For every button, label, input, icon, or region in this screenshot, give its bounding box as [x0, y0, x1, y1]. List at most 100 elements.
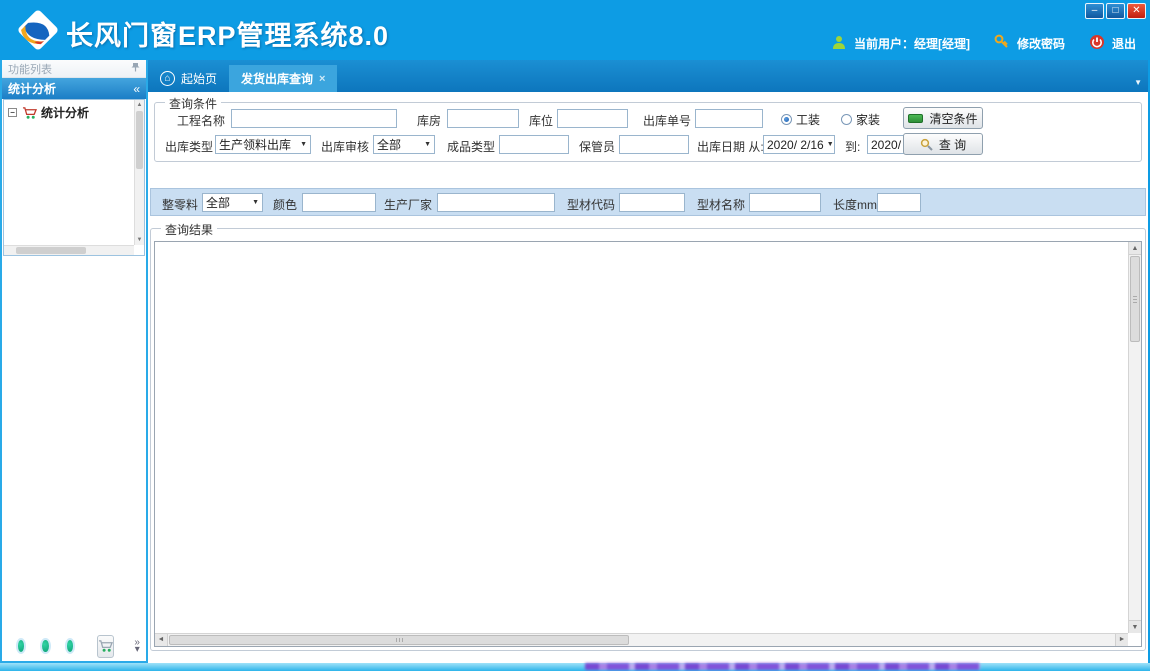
color-label: 颜色: [273, 196, 297, 213]
results-group-title: 查询结果: [161, 221, 217, 238]
app-window: 长风门窗ERP管理系统8.0 当前用户：经理[经理] 修改密码 退出 – □ ✕: [0, 0, 1150, 671]
tree-expand-icon[interactable]: −: [8, 108, 17, 117]
collapse-icon[interactable]: «: [133, 82, 140, 96]
query-results-group: 查询结果 ▲ ▼: [150, 228, 1146, 651]
scroll-down-icon[interactable]: ▼: [135, 235, 144, 245]
radio-selected-icon[interactable]: [781, 114, 792, 125]
title-bar: 长风门窗ERP管理系统8.0 当前用户：经理[经理] 修改密码 退出 – □ ✕: [0, 0, 1150, 60]
app-body: 功能列表 统计分析 « − 统计分析 ▲: [0, 60, 1150, 663]
query-conditions-group: 查询条件 工程名称 库房 库位 出库单号 工装 家装: [154, 102, 1142, 162]
tab-outbound-query[interactable]: 发货出库查询 ×: [229, 65, 337, 92]
product-type-label: 成品类型: [447, 138, 495, 155]
function-tree: − 统计分析 ▲ ▼: [3, 99, 145, 256]
tab-close-icon[interactable]: ×: [319, 73, 325, 85]
warehouse-input[interactable]: [447, 109, 519, 128]
user-icon: [831, 35, 847, 53]
sidebar-section-header[interactable]: 统计分析 «: [2, 78, 146, 99]
profile-code-input[interactable]: [619, 193, 685, 212]
horizontal-scrollbar[interactable]: ◄ ►: [155, 633, 1128, 646]
chevron-down-icon: ▼: [297, 141, 310, 148]
scrollbar-thumb[interactable]: [16, 247, 86, 254]
manufacturer-input[interactable]: [437, 193, 555, 212]
user-bar: 当前用户：经理[经理] 修改密码 退出: [831, 34, 1136, 53]
close-button[interactable]: ✕: [1127, 3, 1146, 19]
scroll-right-icon[interactable]: ►: [1115, 634, 1128, 646]
location-label: 库位: [529, 112, 553, 129]
chevron-down-icon: ▼: [824, 141, 835, 148]
tree-vertical-scrollbar[interactable]: ▲ ▼: [134, 100, 144, 245]
tree-horizontal-scrollbar[interactable]: [4, 245, 134, 255]
tab-home[interactable]: ⌂ 起始页: [148, 65, 229, 92]
document-tabbar: ⌂ 起始页 发货出库查询 × ▼: [148, 60, 1148, 92]
date-range-label: 出库日期 从:: [697, 138, 764, 155]
app-logo-icon: [16, 8, 60, 57]
location-input[interactable]: [557, 109, 628, 128]
circle-icon[interactable]: [42, 640, 48, 652]
app-title: 长风门窗ERP管理系统8.0: [66, 14, 389, 53]
maximize-button[interactable]: □: [1106, 3, 1125, 19]
status-censored-text: [585, 663, 980, 670]
radio-gongzhuang[interactable]: 工装: [781, 111, 820, 128]
home-icon: ⌂: [160, 71, 175, 86]
cart-shortcut-button[interactable]: [97, 635, 114, 658]
scrollbar-thumb[interactable]: [1130, 256, 1140, 342]
manufacturer-label: 生产厂家: [384, 196, 432, 213]
key-icon: [994, 34, 1010, 53]
sidebar-panel-title: 功能列表: [2, 60, 146, 78]
date-to-label: 到:: [845, 138, 860, 155]
keeper-input[interactable]: [619, 135, 689, 154]
scroll-up-icon[interactable]: ▲: [1129, 242, 1141, 255]
scrollbar-thumb[interactable]: [136, 111, 143, 169]
order-no-label: 出库单号: [643, 112, 691, 129]
whole-part-label: 整零料: [162, 196, 198, 213]
tab-list-caret-icon[interactable]: ▼: [1134, 78, 1142, 87]
search-button[interactable]: 查 询: [903, 133, 983, 155]
sidebar-menu-overflow: »▾: [2, 635, 146, 661]
outbound-type-label: 出库类型: [165, 138, 213, 155]
clear-conditions-button[interactable]: 清空条件: [903, 107, 983, 129]
page-content: 查询条件 工程名称 库房 库位 出库单号 工装 家装: [148, 92, 1148, 663]
audit-combo[interactable]: 全部▼: [373, 135, 435, 154]
whole-part-combo[interactable]: 全部▼: [202, 193, 263, 212]
circle-icon[interactable]: [18, 640, 24, 652]
query-group-title: 查询条件: [165, 95, 221, 112]
color-input[interactable]: [302, 193, 376, 212]
profile-name-label: 型材名称: [697, 196, 745, 213]
sidebar-menu: [2, 256, 146, 635]
length-label: 长度mm: [833, 196, 877, 213]
overflow-chevron[interactable]: »▾: [134, 639, 140, 653]
window-controls: – □ ✕: [1085, 3, 1146, 19]
chevron-down-icon: ▼: [421, 141, 434, 148]
vertical-scrollbar[interactable]: ▲ ▼: [1128, 242, 1141, 633]
length-input[interactable]: [877, 193, 921, 212]
tree-root[interactable]: − 统计分析: [4, 100, 144, 123]
profile-name-input[interactable]: [749, 193, 821, 212]
clear-icon: [908, 114, 923, 123]
circle-icon[interactable]: [67, 640, 73, 652]
profile-code-label: 型材代码: [567, 196, 615, 213]
warehouse-label: 库房: [417, 112, 441, 129]
logout-link[interactable]: 退出: [1112, 35, 1136, 52]
cart-icon: [21, 106, 37, 120]
audit-label: 出库审核: [321, 138, 369, 155]
material-filter-row: 整零料 全部▼ 颜色 生产厂家 型材代码 型材名称 长度mm: [150, 188, 1146, 216]
minimize-button[interactable]: –: [1085, 3, 1104, 19]
scroll-up-icon[interactable]: ▲: [135, 100, 144, 110]
outbound-type-combo[interactable]: 生产领料出库▼: [215, 135, 311, 154]
chevron-down-icon: ▼: [249, 199, 262, 206]
results-grid: ▲ ▼ ◄ ►: [154, 241, 1142, 647]
product-type-input[interactable]: [499, 135, 569, 154]
results-grid-body: [155, 242, 1128, 633]
power-icon: [1089, 34, 1105, 53]
scroll-down-icon[interactable]: ▼: [1129, 620, 1141, 633]
scrollbar-thumb[interactable]: [169, 635, 629, 645]
project-name-input[interactable]: [231, 109, 397, 128]
order-no-input[interactable]: [695, 109, 763, 128]
change-password-link[interactable]: 修改密码: [1017, 35, 1065, 52]
scroll-left-icon[interactable]: ◄: [155, 634, 168, 646]
radio-unselected-icon[interactable]: [841, 114, 852, 125]
date-from-combo[interactable]: 2020/ 2/16▼: [763, 135, 835, 154]
project-name-label: 工程名称: [177, 112, 225, 129]
radio-jiazhuang[interactable]: 家装: [841, 111, 880, 128]
pin-icon[interactable]: [131, 62, 140, 75]
